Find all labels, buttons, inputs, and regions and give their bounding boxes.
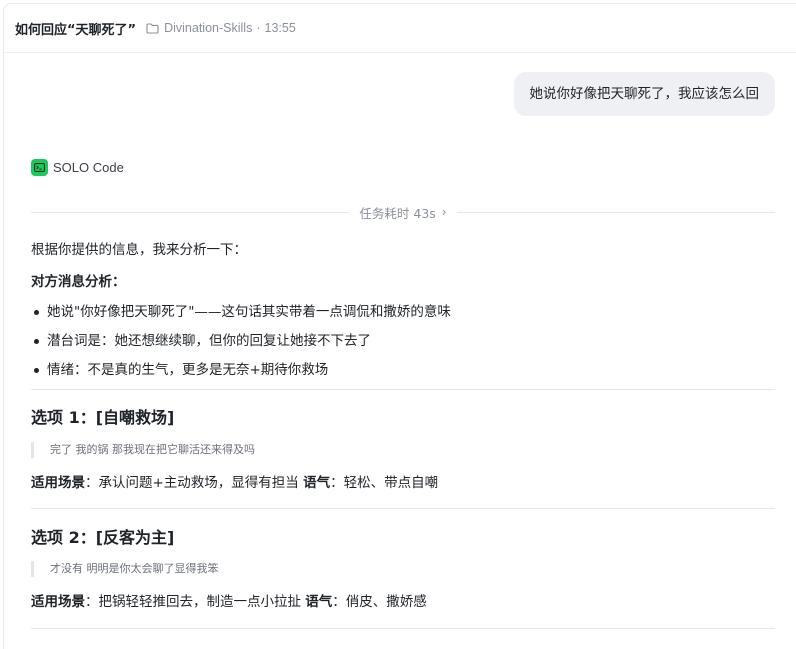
conversation-meta: Divination-Skills · 13:55 [146, 21, 296, 35]
scene-text: ：承认问题+主动救场，显得有担当 [85, 475, 304, 491]
user-message-row: 她说你好像把天聊死了，我应该怎么回 [513, 72, 775, 116]
section-divider [31, 508, 775, 509]
scene-label: 适用场景 [31, 475, 85, 491]
list-item: 情绪：不是真的生气，更多是无奈+期待你救场 [31, 360, 775, 380]
list-item: 潜台词是：她还想继续聊，但你的回复让她接不下去了 [31, 331, 775, 351]
message-time: 13:55 [264, 21, 296, 35]
divider-right [456, 211, 775, 213]
task-duration-row: 任务耗时 43s › [31, 202, 775, 222]
option-2-quote: 才没有 明明是你太会聊了显得我笨 [31, 561, 775, 577]
option-1-title: 选项 1：[自嘲救场] [31, 408, 175, 427]
chevron-right-icon: › [441, 205, 447, 219]
project-name[interactable]: Divination-Skills [164, 21, 252, 35]
agent-badge: SOLO Code [31, 159, 124, 176]
option-2-title: 选项 2：[反客为主] [31, 528, 175, 547]
option-2-usage: 适用场景：把锅轻轻推回去，制造一点小拉扯 语气：俏皮、撒娇感 [31, 592, 775, 612]
analysis-heading: 对方消息分析： [31, 274, 126, 290]
chat-header: 如何回应“天聊死了” Divination-Skills · 13:55 [4, 4, 796, 53]
section-divider [31, 389, 775, 390]
scene-label: 适用场景 [31, 594, 85, 610]
analysis-list: 她说"你好像把天聊死了"——这句话其实带着一点调侃和撒娇的意味 潜台词是：她还想… [31, 302, 775, 380]
task-duration-toggle[interactable]: 任务耗时 43s › [349, 203, 456, 222]
option-1-quote: 完了 我的锅 那我现在把它聊活还来得及吗 [31, 442, 775, 458]
section-divider [31, 628, 775, 629]
task-duration-label: 任务耗时 43s [359, 205, 436, 221]
folder-icon [146, 22, 159, 34]
response-intro: 根据你提供的信息，我来分析一下： [31, 242, 247, 258]
option-1-usage: 适用场景：承认问题+主动救场，显得有担当 语气：轻松、带点自嘲 [31, 473, 775, 493]
tone-label: 语气 [303, 475, 331, 491]
agent-name: SOLO Code [53, 160, 124, 175]
meta-separator: · [256, 21, 261, 35]
tone-text: ：轻松、带点自嘲 [330, 475, 439, 491]
terminal-icon [31, 159, 48, 176]
chat-window: 如何回应“天聊死了” Divination-Skills · 13:55 她说你… [3, 3, 796, 649]
list-item: 她说"你好像把天聊死了"——这句话其实带着一点调侃和撒娇的意味 [31, 302, 775, 322]
agent-response: 根据你提供的信息，我来分析一下： 对方消息分析： 她说"你好像把天聊死了"——这… [31, 240, 775, 629]
tone-label: 语气 [305, 594, 333, 610]
tone-text: ：俏皮、撒娇感 [332, 594, 427, 610]
conversation-title: 如何回应“天聊死了” [15, 22, 137, 38]
divider-left [31, 211, 350, 213]
scene-text: ：把锅轻轻推回去，制造一点小拉扯 [85, 594, 306, 610]
user-message-bubble: 她说你好像把天聊死了，我应该怎么回 [513, 72, 775, 116]
